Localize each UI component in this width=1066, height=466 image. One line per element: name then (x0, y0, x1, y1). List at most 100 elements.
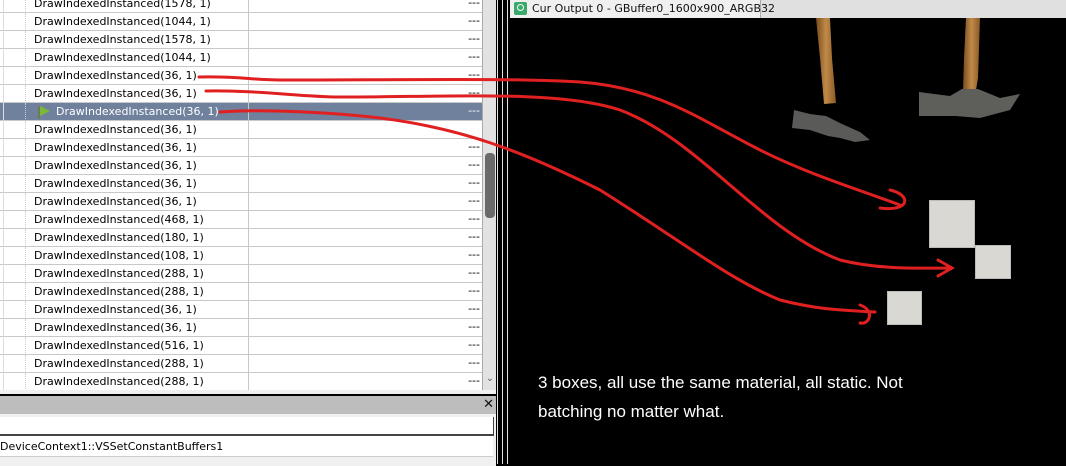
event-row[interactable]: DrawIndexedInstanced(36, 1) --- (0, 193, 482, 211)
tree-connector (25, 31, 34, 49)
event-row[interactable]: DrawIndexedInstanced(516, 1) --- (0, 337, 482, 355)
tree-connector (25, 121, 34, 139)
column-divider (248, 85, 249, 103)
event-row[interactable]: DrawIndexedInstanced(36, 1) (0, 121, 482, 139)
event-row[interactable]: DrawIndexedInstanced(1044, 1) --- (0, 13, 482, 31)
tree-connector (25, 175, 34, 193)
left-pane: DrawIndexedInstanced(1578, 1) --- DrawInde… (0, 0, 497, 466)
event-row[interactable]: DrawIndexedInstanced(36, 1) --- (0, 175, 482, 193)
event-row[interactable]: DrawIndexedInstanced(288, 1) --- (0, 283, 482, 301)
column-divider (248, 67, 249, 85)
event-label: DrawIndexedInstanced(1044, 1) (34, 15, 211, 28)
event-value: --- (468, 248, 480, 261)
tree-line (3, 175, 4, 193)
api-call-label: DeviceContext1::VSSetConstantBuffers1 (0, 440, 224, 453)
tree-connector (25, 49, 34, 67)
event-row[interactable]: DrawIndexedInstanced(468, 1) --- (0, 211, 482, 229)
scroll-down-icon[interactable]: ⌄ (485, 373, 495, 385)
box-mesh (975, 245, 1011, 279)
event-row[interactable]: DrawIndexedInstanced(1578, 1) --- (0, 0, 482, 13)
tree-line (3, 31, 4, 49)
event-label: DrawIndexedInstanced(288, 1) (34, 267, 204, 280)
event-value: --- (468, 32, 480, 45)
event-label: DrawIndexedInstanced(288, 1) (34, 285, 204, 298)
tree-line (3, 211, 4, 229)
tree-line (3, 247, 4, 265)
event-row[interactable]: DrawIndexedInstanced(288, 1) --- (0, 355, 482, 373)
flag-icon (38, 106, 50, 119)
event-list-scrollbar[interactable]: ⌄ (482, 0, 497, 390)
tree-connector (25, 247, 34, 265)
event-row[interactable]: DrawIndexedInstanced(36, 1) --- (0, 157, 482, 175)
event-row[interactable]: DrawIndexedInstanced(36, 1) --- (0, 67, 482, 85)
api-call-row[interactable]: DeviceContext1::VSSetConstantBuffers1 (0, 436, 493, 457)
column-divider (248, 139, 249, 157)
column-divider (248, 319, 249, 337)
event-value: --- (468, 320, 480, 333)
event-row[interactable]: DrawIndexedInstanced(36, 1) --- (0, 85, 482, 103)
tree-connector (25, 13, 34, 31)
column-divider (248, 157, 249, 175)
event-list: DrawIndexedInstanced(1578, 1) --- DrawInde… (0, 0, 482, 390)
event-row[interactable]: DrawIndexedInstanced(36, 1) --- (0, 139, 482, 157)
tree-line (3, 0, 4, 13)
event-label: DrawIndexedInstanced(1578, 1) (34, 33, 211, 46)
tree-connector (25, 157, 34, 175)
hammer-handle (963, 18, 980, 90)
event-label: DrawIndexedInstanced(36, 1) (34, 87, 197, 100)
event-value: --- (468, 374, 480, 387)
tree-line (3, 121, 4, 139)
tab-bar: Cur Output 0 - GBuffer0_1600x900_ARGB32 (510, 0, 1066, 18)
tree-line (3, 49, 4, 67)
tab-label: Cur Output 0 - GBuffer0_1600x900_ARGB32 (532, 2, 775, 15)
column-divider (248, 175, 249, 193)
tree-line (3, 85, 4, 103)
event-row[interactable]: DrawIndexedInstanced(288, 1) --- (0, 373, 482, 390)
event-row[interactable]: DrawIndexedInstanced(36, 1) --- (0, 103, 482, 121)
hammer-head (919, 89, 1020, 118)
event-label: DrawIndexedInstanced(288, 1) (34, 375, 204, 388)
event-value: --- (468, 284, 480, 297)
event-value: --- (468, 338, 480, 351)
tree-connector (25, 355, 34, 373)
event-label: DrawIndexedInstanced(36, 1) (34, 159, 197, 172)
tree-line (3, 319, 4, 337)
event-label: DrawIndexedInstanced(516, 1) (34, 339, 204, 352)
event-value: --- (468, 86, 480, 99)
event-label: DrawIndexedInstanced(1578, 1) (34, 0, 211, 10)
event-label: DrawIndexedInstanced(36, 1) (34, 195, 197, 208)
event-value: --- (468, 140, 480, 153)
event-row[interactable]: DrawIndexedInstanced(288, 1) --- (0, 265, 482, 283)
event-value: --- (468, 194, 480, 207)
tree-line (3, 229, 4, 247)
event-row[interactable]: DrawIndexedInstanced(36, 1) --- (0, 301, 482, 319)
tree-line (3, 283, 4, 301)
scrollbar-thumb[interactable] (485, 153, 495, 218)
tree-line (3, 265, 4, 283)
event-row[interactable]: DrawIndexedInstanced(1578, 1) --- (0, 31, 482, 49)
tree-line (3, 193, 4, 211)
annotation-note: 3 boxes, all use the same material, all … (538, 373, 903, 421)
texture-icon (514, 2, 527, 15)
event-row[interactable]: DrawIndexedInstanced(36, 1) --- (0, 319, 482, 337)
tree-line (3, 13, 4, 31)
event-row[interactable]: DrawIndexedInstanced(1044, 1) --- (0, 49, 482, 67)
event-row[interactable]: DrawIndexedInstanced(108, 1) --- (0, 247, 482, 265)
column-divider (248, 301, 249, 319)
pane-splitter[interactable] (496, 0, 510, 464)
column-divider (248, 337, 249, 355)
close-icon[interactable]: ✕ (483, 396, 494, 414)
tree-connector (25, 211, 34, 229)
event-row[interactable]: DrawIndexedInstanced(180, 1) --- (0, 229, 482, 247)
event-value: --- (468, 158, 480, 171)
tree-line (3, 139, 4, 157)
tree-line (3, 103, 4, 121)
tree-line (3, 337, 4, 355)
tab-cur-output[interactable]: Cur Output 0 - GBuffer0_1600x900_ARGB32 (510, 0, 775, 18)
column-divider (248, 49, 249, 67)
column-divider (248, 121, 249, 139)
event-label: DrawIndexedInstanced(36, 1) (34, 69, 197, 82)
event-label: DrawIndexedInstanced(36, 1) (34, 321, 197, 334)
tree-line (3, 157, 4, 175)
event-label: DrawIndexedInstanced(36, 1) (56, 105, 219, 118)
